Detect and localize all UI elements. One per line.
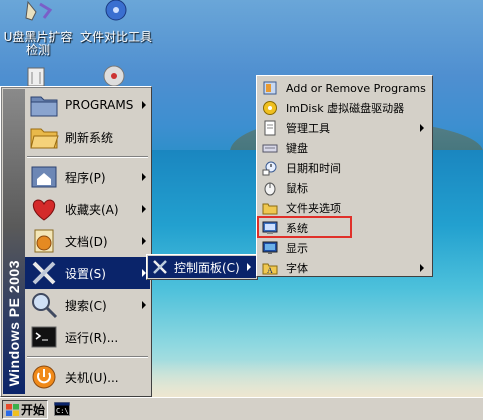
- disc-compare-icon: [100, 0, 132, 30]
- documents-icon: [34, 229, 54, 253]
- cp-item-label: 字体: [286, 262, 308, 275]
- menu-item-label: 设置(S): [65, 266, 106, 281]
- menu-item-search[interactable]: 搜索(C): [25, 289, 150, 321]
- cp-item-mouse[interactable]: 鼠标: [259, 178, 430, 198]
- open-folder-icon: [30, 128, 59, 149]
- favorites-heart-icon: [32, 199, 56, 221]
- menu-item-favorites[interactable]: 收藏夹(A): [25, 193, 150, 225]
- run-cmd-icon: [31, 326, 57, 348]
- desktop-icon-file-compare-label: 文件对比工具: [79, 30, 152, 44]
- submenu-arrow-icon: [142, 205, 146, 213]
- settings-submenu: 控制面板(C): [146, 254, 258, 280]
- windows-flag-icon: [6, 403, 19, 416]
- fonts-icon: A: [262, 263, 278, 275]
- recycle-bin-icon: [27, 67, 45, 87]
- folder-options-icon: [262, 203, 278, 215]
- menu-item-documents[interactable]: 文档(D): [25, 225, 150, 257]
- cp-item-label: 显示: [286, 242, 308, 255]
- menu-separator: [27, 156, 148, 158]
- folder-icon: [30, 96, 58, 117]
- submenu-arrow-icon: [420, 124, 424, 132]
- mouse-icon: [264, 182, 276, 196]
- cp-item-fonts[interactable]: A 字体: [259, 258, 430, 278]
- menu-item-programs-folder[interactable]: PROGRAMS: [25, 89, 150, 121]
- cp-item-label: 日期和时间: [286, 162, 341, 175]
- admin-tools-icon: [264, 120, 276, 136]
- submenu-arrow-icon: [142, 237, 146, 245]
- svg-text:C:\: C:\: [56, 407, 69, 415]
- menu-item-run[interactable]: 运行(R)...: [25, 321, 150, 353]
- menu-item-label: 关机(U)...: [65, 370, 119, 385]
- submenu-arrow-icon: [142, 301, 146, 309]
- menu-item-label: 文档(D): [65, 234, 108, 249]
- settings-tools-icon: [32, 261, 56, 285]
- cp-item-label: 文件夹选项: [286, 202, 341, 215]
- control-panel-icon: [153, 260, 167, 274]
- start-menu-banner: Windows PE 2003: [3, 89, 25, 394]
- submenu-arrow-icon: [142, 101, 146, 109]
- cp-item-label: ImDisk 虚拟磁盘驱动器: [286, 102, 405, 115]
- usb-tool-icon: [22, 0, 54, 30]
- menu-item-label: 收藏夹(A): [65, 202, 119, 217]
- submenu-arrow-icon: [142, 173, 146, 181]
- cp-item-add-remove-programs[interactable]: Add or Remove Programs: [259, 78, 430, 98]
- cmd-window-icon[interactable]: C:\: [54, 402, 70, 416]
- menu-item-shutdown[interactable]: 关机(U)...: [25, 361, 150, 393]
- taskbar: 开始 C:\: [0, 397, 483, 420]
- start-menu: Windows PE 2003 PROGRAMS 刷新系统 程序(P) 收藏夹(…: [0, 86, 152, 397]
- menu-item-label: 搜索(C): [65, 298, 107, 313]
- start-button-label: 开始: [21, 403, 46, 417]
- desktop-icon-file-compare[interactable]: 文件对比工具: [78, 0, 154, 44]
- menu-item-label: 运行(R)...: [65, 330, 119, 345]
- cp-item-display[interactable]: 显示: [259, 238, 430, 258]
- menu-separator: [27, 356, 148, 358]
- start-menu-items: PROGRAMS 刷新系统 程序(P) 收藏夹(A) 文档(D) 设置(S) 搜…: [25, 89, 150, 393]
- banner-text: Windows PE 2003: [6, 259, 22, 386]
- keyboard-icon: [262, 144, 278, 153]
- menu-item-label: 控制面板(C): [174, 260, 240, 275]
- display-icon: [262, 241, 278, 254]
- cp-item-imdisk[interactable]: ImDisk 虚拟磁盘驱动器: [259, 98, 430, 118]
- svg-text:A: A: [267, 266, 273, 275]
- cp-item-keyboard[interactable]: 键盘: [259, 138, 430, 158]
- cp-item-label: 鼠标: [286, 182, 308, 195]
- start-button[interactable]: 开始: [2, 400, 48, 419]
- cp-item-admin-tools[interactable]: 管理工具: [259, 118, 430, 138]
- cp-item-label: Add or Remove Programs: [286, 81, 426, 95]
- cp-item-label: 键盘: [286, 142, 308, 155]
- menu-item-refresh-system[interactable]: 刷新系统: [25, 121, 150, 153]
- menu-item-control-panel[interactable]: 控制面板(C): [148, 256, 256, 278]
- menu-item-settings[interactable]: 设置(S): [25, 257, 150, 289]
- search-magnifier-icon: [32, 293, 58, 319]
- menu-item-label: PROGRAMS: [65, 98, 134, 112]
- desktop-icon-usb-tool[interactable]: U盘黑片扩容 检测: [2, 0, 74, 57]
- menu-item-programs[interactable]: 程序(P): [25, 161, 150, 193]
- system-highlight-box: [257, 216, 352, 238]
- shutdown-icon: [32, 365, 56, 389]
- desktop-icon-usb-tool-label: U盘黑片扩容 检测: [3, 30, 73, 57]
- imdisk-icon: [263, 101, 277, 115]
- cp-item-date-time[interactable]: 日期和时间: [259, 158, 430, 178]
- cp-item-folder-options[interactable]: 文件夹选项: [259, 198, 430, 218]
- control-panel-submenu: Add or Remove Programs ImDisk 虚拟磁盘驱动器 管理…: [256, 75, 433, 277]
- background-shore: [150, 360, 483, 400]
- submenu-arrow-icon: [420, 264, 424, 272]
- menu-item-label: 程序(P): [65, 170, 106, 185]
- menu-item-label: 刷新系统: [65, 130, 114, 145]
- submenu-arrow-icon: [247, 263, 251, 271]
- add-remove-programs-icon: [263, 81, 277, 95]
- cp-item-label: 管理工具: [286, 122, 330, 135]
- date-time-icon: [262, 161, 277, 176]
- disc-app-icon: [103, 65, 125, 87]
- programs-icon: [31, 166, 57, 188]
